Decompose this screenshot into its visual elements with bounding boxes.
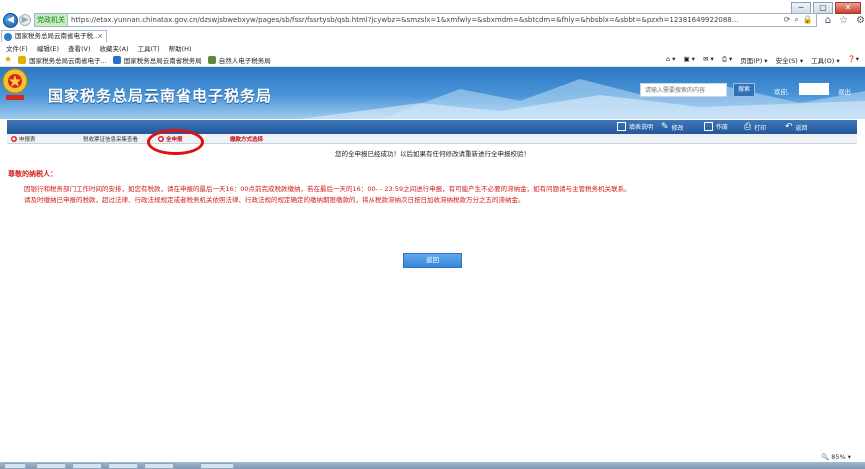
- favorites-bar: ★ 国家税务总局云南省电子... 国家税务总局云南省税务局 自然人电子税务局 ⌂…: [0, 53, 865, 67]
- logout-link[interactable]: 退出: [838, 86, 851, 96]
- favorite-link[interactable]: 国家税务总局云南省税务局: [112, 55, 202, 65]
- ie-icon: [4, 33, 12, 41]
- lock-icon[interactable]: 🔒: [803, 15, 813, 25]
- notice-text: 请及时缴纳已申报的税款，超过法律、行政法规规定或者税务机关依照法律、行政法规的规…: [24, 196, 525, 204]
- feeds-icon[interactable]: ▣ ▾: [683, 55, 694, 65]
- star-icon[interactable]: ☆: [839, 15, 848, 26]
- browser-window: ─ ▢ ✕ ◀ ▶ 党政机关 https://etax.yunnan.china…: [0, 0, 865, 469]
- void-button[interactable]: 作废: [704, 122, 728, 131]
- steps-area: 填表说明 ✎ 修改 作废 ⎙ 打印 ↶ 返回 ● 申报表 税收票证信息采集查看 …: [0, 120, 865, 146]
- tax-emblem-icon: [18, 55, 27, 64]
- username-box: [799, 83, 829, 95]
- return-button[interactable]: 返回: [403, 253, 462, 268]
- taskbar-item[interactable]: [200, 463, 234, 469]
- action-toolbar: 填表说明 ✎ 修改 作废 ⎙ 打印 ↶ 返回: [7, 120, 857, 134]
- welcome-text: 欢迎,: [774, 88, 790, 96]
- void-icon: [704, 122, 713, 131]
- return-arrow-icon: ↶: [785, 122, 793, 132]
- page-menu[interactable]: 页面(P) ▾: [740, 55, 767, 65]
- document-icon: [617, 122, 626, 131]
- taskbar-item[interactable]: [36, 463, 66, 469]
- taskbar-item[interactable]: [72, 463, 102, 469]
- step-indicator: ● 申报表 税收票证信息采集查看 ● 全申报 缴款方式选择: [7, 134, 857, 144]
- page-icon: [207, 55, 216, 64]
- tools-menu[interactable]: 工具(O) ▾: [811, 55, 840, 65]
- menu-bar: 文件(F) 编辑(E) 查看(V) 收藏夹(A) 工具(T) 帮助(H): [0, 43, 865, 53]
- site-search-button[interactable]: 搜索: [733, 83, 755, 97]
- tab-row: 国家税务总局云南省电子税... ×: [0, 30, 865, 42]
- mail-icon[interactable]: ✉ ▾: [703, 55, 714, 65]
- refresh-icon[interactable]: ⟳: [784, 15, 791, 25]
- back-button[interactable]: ↶ 返回: [785, 122, 808, 132]
- zoom-level[interactable]: 🔍 85% ▾: [821, 453, 851, 461]
- gear-icon[interactable]: ⚙: [856, 15, 865, 26]
- notice-text: 因银行和税务部门工作时间的安排，如您有税款，请在申报的最后一天16：00点前完成…: [24, 185, 631, 193]
- certificate-badge[interactable]: 党政机关: [35, 14, 68, 26]
- tax-emblem-icon: [2, 68, 28, 100]
- favorite-link[interactable]: 国家税务总局云南省电子...: [18, 55, 107, 65]
- site-search-input[interactable]: [640, 83, 727, 97]
- status-bar: 🔍 85% ▾: [0, 452, 865, 462]
- favorites-star-icon[interactable]: ★: [4, 55, 12, 65]
- taskbar: [0, 462, 865, 469]
- page-icon: [112, 55, 121, 64]
- step-item[interactable]: ● 申报表: [11, 135, 36, 143]
- back-arrow-icon[interactable]: ◀: [3, 12, 18, 28]
- url-text[interactable]: https://etax.yunnan.chinatax.gov.cn/dzsw…: [68, 16, 784, 24]
- step-dot-icon: ●: [11, 136, 17, 142]
- site-banner: 国家税务总局云南省电子税务局 搜索 欢迎, 退出: [0, 67, 865, 119]
- step-item[interactable]: 缴款方式选择: [230, 135, 263, 143]
- address-bar: ◀ ▶ 党政机关 https://etax.yunnan.chinatax.go…: [0, 11, 865, 29]
- site-title: 国家税务总局云南省电子税务局: [48, 87, 273, 105]
- modify-button[interactable]: ✎ 修改: [661, 122, 684, 132]
- instructions-button[interactable]: 填表说明: [617, 122, 653, 131]
- close-tab-icon[interactable]: ×: [98, 31, 103, 42]
- search-icon[interactable]: ⌕: [794, 15, 798, 25]
- taskbar-item[interactable]: [108, 463, 138, 469]
- menu-file[interactable]: 文件(F): [6, 43, 28, 53]
- safety-menu[interactable]: 安全(S) ▾: [776, 55, 804, 65]
- forward-arrow-icon[interactable]: ▶: [19, 14, 31, 26]
- home-icon[interactable]: ⌂: [825, 15, 831, 26]
- menu-edit[interactable]: 编辑(E): [37, 43, 59, 53]
- pencil-icon: ✎: [661, 122, 669, 132]
- step-item[interactable]: 税收票证信息采集查看: [83, 135, 138, 143]
- success-message: 您的全申报已经成功！以后如果有任何修改请重新进行全申报校验！: [335, 150, 530, 158]
- taskbar-item[interactable]: [144, 463, 174, 469]
- browser-tab[interactable]: 国家税务总局云南省电子税... ×: [1, 30, 107, 42]
- notice-heading: 尊敬的纳税人：: [8, 170, 57, 178]
- favorite-link[interactable]: 自然人电子税务局: [207, 55, 271, 65]
- printer-icon: ⎙: [744, 122, 752, 132]
- tab-title: 国家税务总局云南省电子税...: [15, 32, 100, 40]
- print-icon[interactable]: ⎙ ▾: [722, 55, 733, 65]
- url-field[interactable]: 党政机关 https://etax.yunnan.chinatax.gov.cn…: [34, 13, 817, 27]
- menu-tools[interactable]: 工具(T): [138, 43, 160, 53]
- menu-help[interactable]: 帮助(H): [169, 43, 192, 53]
- menu-favorites[interactable]: 收藏夹(A): [100, 43, 129, 53]
- home-menu-icon[interactable]: ⌂ ▾: [666, 55, 675, 65]
- help-icon[interactable]: ❓▾: [848, 55, 859, 65]
- print-button[interactable]: ⎙ 打印: [744, 122, 766, 132]
- start-button[interactable]: [4, 463, 26, 469]
- menu-view[interactable]: 查看(V): [68, 43, 91, 53]
